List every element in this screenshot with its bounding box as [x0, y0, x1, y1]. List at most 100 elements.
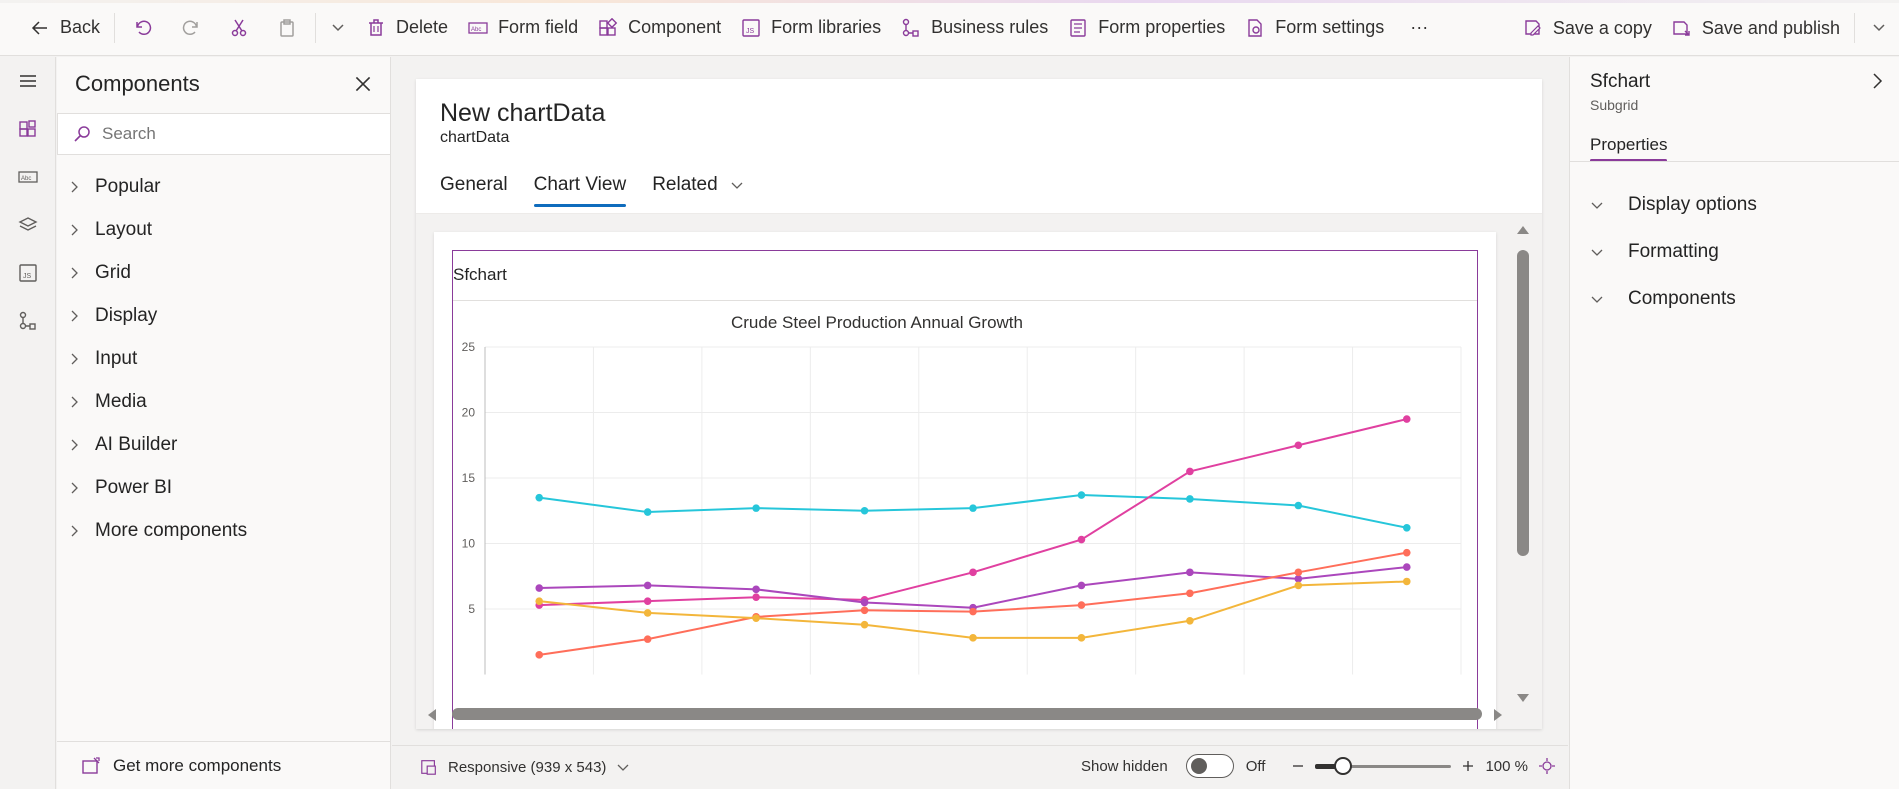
menu-toggle-button[interactable]	[0, 57, 56, 105]
form-field-button[interactable]: Abc Form field	[458, 8, 588, 48]
fit-to-screen-icon[interactable]	[1538, 757, 1556, 775]
form-tabs: General Chart View Related	[440, 165, 770, 207]
zoom-slider-handle[interactable]	[1333, 757, 1352, 775]
back-button[interactable]: Back	[20, 8, 110, 48]
vertical-scrollbar[interactable]	[1512, 224, 1532, 704]
save-copy-icon	[1525, 20, 1541, 36]
form-libraries-button[interactable]: JS Form libraries	[731, 8, 891, 48]
zoom-in-icon[interactable]	[1461, 759, 1475, 773]
properties-panel: Sfchart Subgrid Properties Display optio…	[1569, 57, 1899, 789]
text-field-icon: Abc	[18, 171, 38, 183]
category-more-components[interactable]: More components	[57, 509, 391, 552]
category-ai-builder[interactable]: AI Builder	[57, 423, 391, 466]
component-label: Component	[628, 17, 722, 37]
document-icon	[1070, 18, 1086, 37]
category-label: More components	[95, 519, 248, 541]
more-commands-button[interactable]: ···	[1400, 8, 1438, 48]
data-point	[1077, 634, 1086, 642]
svg-text:JS: JS	[746, 28, 755, 35]
data-point	[1186, 616, 1194, 625]
scroll-down-icon[interactable]	[1516, 692, 1530, 704]
paste-options-dropdown[interactable]	[320, 8, 356, 48]
section-label: Display options	[1628, 193, 1757, 215]
section-components[interactable]: Components	[1570, 275, 1899, 322]
data-point	[1402, 577, 1411, 586]
zoom-slider[interactable]	[1315, 756, 1452, 776]
form-properties-button[interactable]: Form properties	[1058, 8, 1235, 48]
section-display-options[interactable]: Display options	[1570, 181, 1899, 228]
rail-components-button[interactable]	[0, 105, 56, 153]
category-label: Layout	[95, 218, 153, 240]
rail-fields-button[interactable]: Abc	[0, 153, 56, 201]
data-point	[643, 609, 652, 617]
horizontal-scrollbar[interactable]	[426, 704, 1506, 724]
category-grid[interactable]: Grid	[57, 251, 391, 294]
chevron-down-icon	[1591, 249, 1603, 256]
component-categories: Popular Layout Grid Display Input Media …	[57, 165, 391, 552]
get-more-components-link[interactable]: Get more components	[57, 741, 391, 789]
chevron-right-icon	[71, 525, 78, 536]
form-section[interactable]: Sfchart Crude Steel Production Annual Gr…	[434, 232, 1496, 729]
chevron-right-icon[interactable]	[1867, 71, 1887, 91]
flow-icon	[19, 311, 36, 330]
category-label: Power BI	[95, 476, 173, 498]
chevron-right-icon	[71, 224, 78, 235]
delete-button[interactable]: Delete	[356, 8, 458, 48]
subgrid-sfchart[interactable]: Sfchart Crude Steel Production Annual Gr…	[452, 250, 1478, 729]
tab-chart-view[interactable]: Chart View	[533, 165, 626, 207]
section-formatting[interactable]: Formatting	[1570, 228, 1899, 275]
subgrid-label: Sfchart	[453, 265, 507, 284]
data-point	[535, 493, 544, 502]
chevron-down-icon	[617, 764, 629, 771]
save-publish-button[interactable]: Save and publish	[1662, 8, 1850, 48]
components-title: Components	[75, 71, 200, 96]
rail-tree-view-button[interactable]	[0, 201, 56, 249]
rail-business-rules-button[interactable]	[0, 297, 56, 345]
chevron-down-icon	[1591, 296, 1603, 303]
save-publish-icon	[1673, 21, 1690, 36]
save-copy-label: Save a copy	[1552, 17, 1652, 38]
redo-button[interactable]	[167, 8, 215, 48]
save-options-dropdown[interactable]	[1859, 8, 1899, 48]
scroll-left-icon[interactable]	[426, 708, 438, 722]
tab-general[interactable]: General	[440, 165, 508, 205]
left-rail: Abc JS	[0, 57, 56, 789]
zoom-out-icon[interactable]	[1291, 759, 1305, 773]
chevron-down-icon	[332, 23, 344, 31]
close-icon[interactable]	[352, 73, 374, 95]
horizontal-scroll-thumb[interactable]	[452, 708, 1482, 720]
business-rules-button[interactable]: Business rules	[891, 8, 1058, 48]
save-copy-button[interactable]: Save a copy	[1513, 8, 1662, 48]
data-point	[860, 620, 869, 629]
show-hidden-toggle[interactable]	[1185, 754, 1234, 778]
category-label: AI Builder	[95, 433, 178, 455]
form-settings-button[interactable]: Form settings	[1235, 8, 1394, 48]
toggle-state-label: Off	[1245, 757, 1266, 775]
category-power-bi[interactable]: Power BI	[57, 466, 391, 509]
data-point	[1402, 563, 1411, 571]
trash-icon	[369, 18, 384, 36]
data-point	[1294, 568, 1303, 577]
undo-button[interactable]	[119, 8, 167, 48]
chevron-right-icon	[71, 482, 78, 493]
category-input[interactable]: Input	[57, 337, 391, 380]
data-point	[1402, 523, 1411, 532]
layout-selector[interactable]: Responsive (939 x 543)	[420, 758, 640, 776]
vertical-scroll-thumb[interactable]	[1517, 250, 1529, 556]
data-point	[1294, 575, 1303, 583]
tab-related[interactable]: Related	[652, 165, 744, 205]
rail-libraries-button[interactable]: JS	[0, 249, 56, 297]
search-input[interactable]	[102, 124, 362, 144]
tab-properties[interactable]: Properties	[1590, 135, 1668, 162]
scroll-up-icon[interactable]	[1516, 224, 1530, 236]
component-button[interactable]: Component	[588, 8, 731, 48]
category-media[interactable]: Media	[57, 380, 391, 423]
category-popular[interactable]: Popular	[57, 165, 391, 208]
category-layout[interactable]: Layout	[57, 208, 391, 251]
paste-button[interactable]	[263, 8, 311, 48]
toggle-knob	[1190, 758, 1207, 774]
category-label: Grid	[95, 261, 131, 283]
cut-button[interactable]	[215, 8, 263, 48]
scroll-right-icon[interactable]	[1492, 708, 1504, 722]
category-display[interactable]: Display	[57, 294, 391, 337]
